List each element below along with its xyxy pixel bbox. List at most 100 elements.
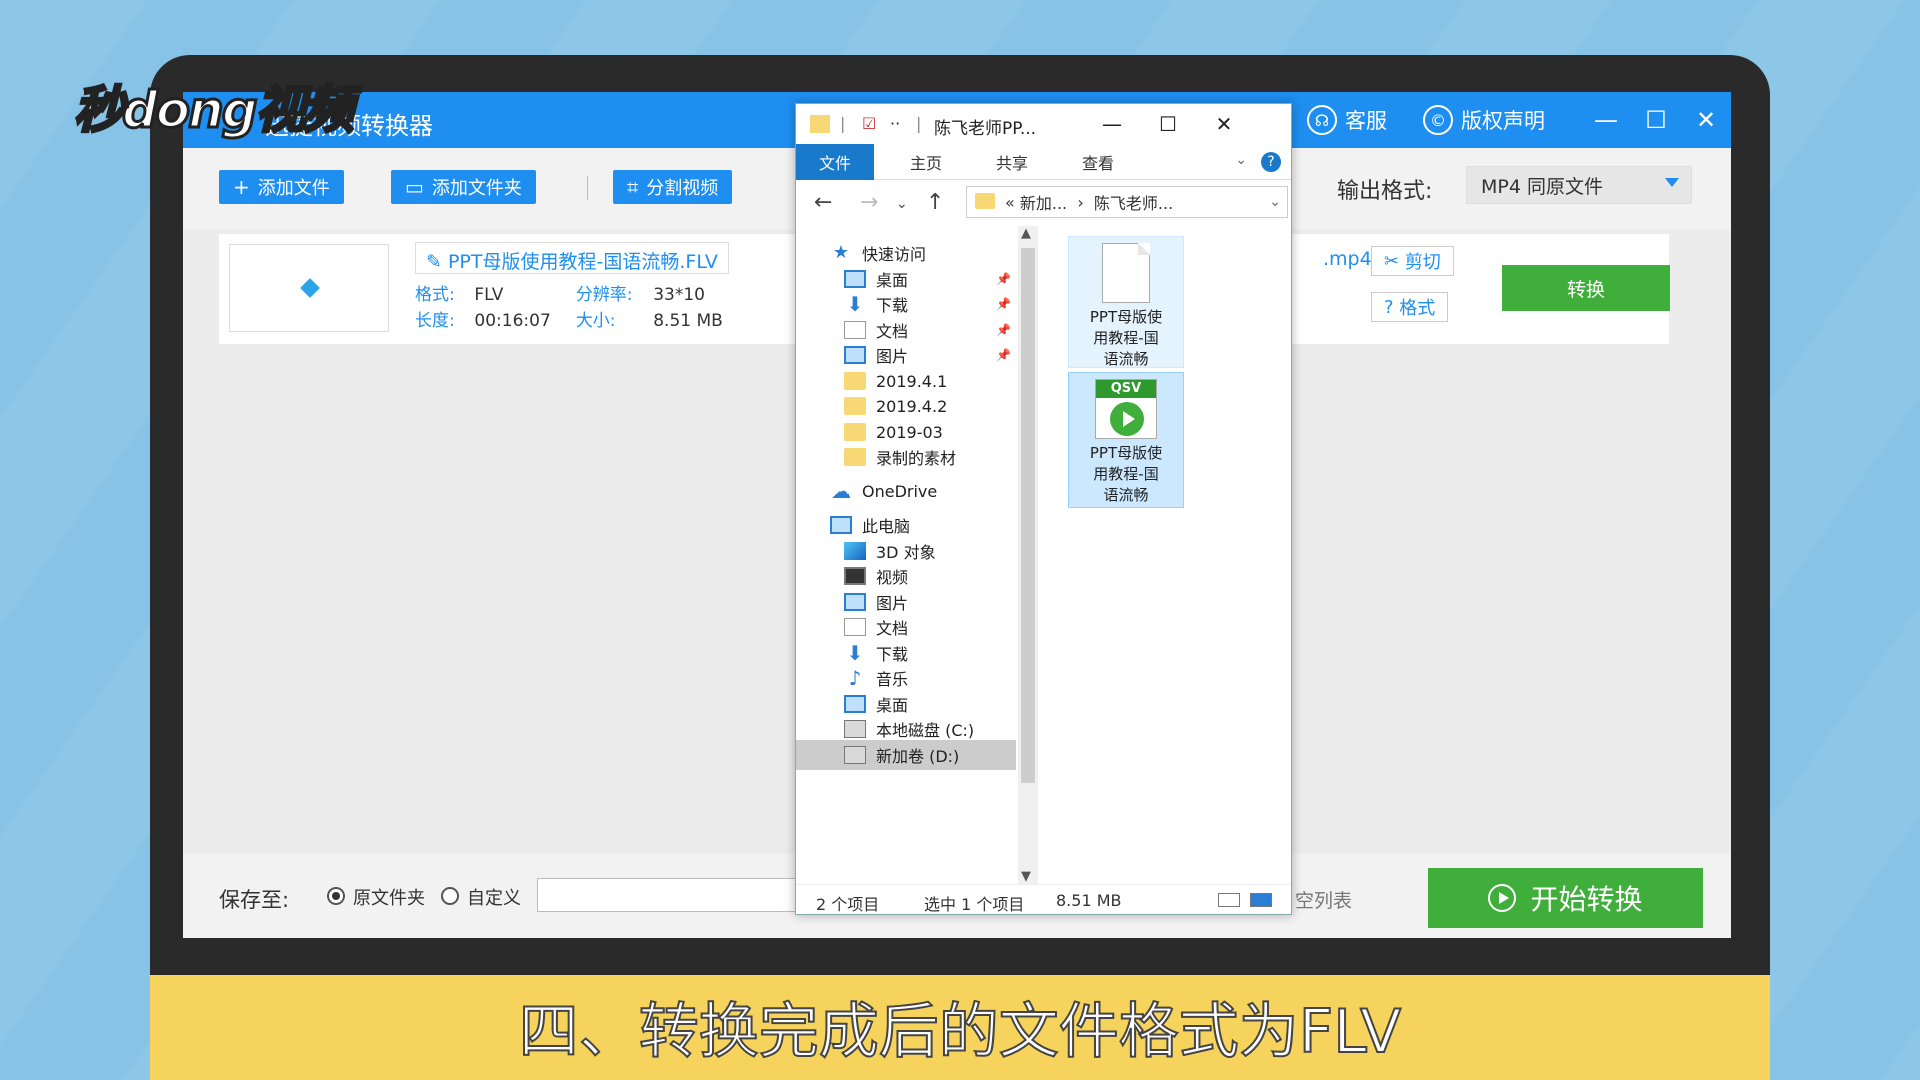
- computer-icon: [830, 516, 852, 534]
- radio-original-folder-label: 原文件夹: [353, 888, 425, 909]
- nav-item-folder[interactable]: 录制的素材: [844, 442, 956, 472]
- start-convert-button[interactable]: 开始转换: [1428, 868, 1703, 928]
- nav-item-label: 桌面: [876, 696, 909, 715]
- maximize-button[interactable]: ☐: [1631, 92, 1681, 148]
- clear-list-button[interactable]: 空列表: [1295, 886, 1352, 913]
- convert-button[interactable]: 转换: [1502, 265, 1670, 311]
- crop-icon: ⌗: [627, 175, 639, 199]
- nav-item-label: 图片: [876, 594, 909, 613]
- ribbon-tab-file[interactable]: 文件: [796, 144, 874, 180]
- size-value: 8.51 MB: [653, 311, 723, 331]
- back-arrow-icon[interactable]: ←: [814, 190, 832, 215]
- folder-icon: [844, 372, 866, 390]
- pin-icon[interactable]: 📌: [996, 348, 1011, 362]
- nav-item-label: 下载: [876, 645, 909, 664]
- duration-label: 长度:: [415, 311, 455, 331]
- scroll-up-icon[interactable]: ▲: [1021, 226, 1031, 241]
- folder-icon: [844, 423, 866, 441]
- nav-item-label: 2019-03: [876, 422, 943, 442]
- nav-item-label: 快速访问: [862, 245, 927, 264]
- properties-icon[interactable]: ☑: [862, 114, 876, 133]
- output-format-label: 输出格式:: [1337, 179, 1433, 204]
- explorer-status-bar: 2 个项目 选中 1 个项目 8.51 MB: [796, 884, 1291, 914]
- customer-service-link[interactable]: ☊ 客服: [1307, 105, 1387, 135]
- file-name-line: PPT母版使: [1089, 308, 1163, 326]
- nav-item-onedrive[interactable]: ☁ OneDrive: [830, 476, 937, 506]
- item-count: 2 个项目: [816, 895, 880, 914]
- plus-icon: +: [233, 175, 250, 199]
- picture-icon: [844, 346, 866, 364]
- nav-item-label: 桌面: [876, 271, 909, 290]
- address-part-drive[interactable]: 新加...: [1020, 190, 1067, 214]
- ribbon-tab-view[interactable]: 查看: [1058, 144, 1138, 180]
- duration-value: 00:16:07: [474, 311, 551, 331]
- save-path-input[interactable]: [537, 878, 837, 912]
- ribbon-tab-share[interactable]: 共享: [972, 144, 1052, 180]
- nav-item-drive-d[interactable]: 新加卷 (D:): [796, 740, 1016, 770]
- large-icons-view-icon[interactable]: [1250, 893, 1272, 907]
- document-icon: [844, 618, 866, 636]
- explorer-title: 陈飞老师PP...: [934, 119, 1037, 139]
- caption-bar: 四、转换完成后的文件格式为FLV: [150, 975, 1770, 1080]
- explorer-maximize-button[interactable]: ☐: [1142, 108, 1194, 140]
- explorer-minimize-button[interactable]: —: [1086, 108, 1138, 140]
- navigation-pane: ★ 快速访问 桌面 📌 ⬇ 下载 📌 文档 📌 图片 📌 2019.4.1 2019…: [796, 226, 1016, 884]
- nav-item-label: 3D 对象: [876, 543, 936, 562]
- help-icon: ?: [1384, 296, 1400, 318]
- pin-icon[interactable]: 📌: [996, 297, 1011, 311]
- output-file-name: .mp4: [1323, 248, 1372, 270]
- close-icon: ✕: [1695, 106, 1717, 134]
- copyright-icon: ©: [1423, 105, 1453, 135]
- file-item-qsv[interactable]: QSV PPT母版使 用教程-国 语流畅: [1068, 372, 1184, 508]
- scroll-down-icon[interactable]: ▼: [1021, 869, 1031, 884]
- file-item-flv[interactable]: PPT母版使 用教程-国 语流畅: [1068, 236, 1184, 368]
- folder-icon: [844, 448, 866, 466]
- ribbon-tab-home[interactable]: 主页: [886, 144, 966, 180]
- minimize-button[interactable]: —: [1581, 92, 1631, 148]
- nav-scrollbar[interactable]: ▲ ▼: [1018, 226, 1038, 884]
- add-file-button[interactable]: + 添加文件: [219, 170, 344, 204]
- radio-custom[interactable]: [441, 887, 459, 905]
- title-bar-actions: ☊ 客服 © 版权声明 — ☐ ✕: [1307, 92, 1731, 148]
- file-meta: 格式: FLV 分辨率: 33*10 长度: 00:16:07 大小: 8.51…: [415, 282, 723, 334]
- chevron-down-icon[interactable]: ⌄: [1269, 194, 1281, 210]
- separator-icon: |: [916, 114, 922, 133]
- download-icon: ⬇: [846, 292, 864, 316]
- details-view-icon[interactable]: [1218, 893, 1240, 907]
- recent-locations-icon[interactable]: ⌄: [896, 196, 908, 212]
- folder-icon: [975, 193, 995, 209]
- file-name[interactable]: ✎ PPT母版使用教程-国语流畅.FLV: [415, 242, 729, 274]
- add-folder-label: 添加文件夹: [431, 178, 522, 199]
- forward-arrow-icon[interactable]: →: [860, 190, 878, 215]
- caption-text: 四、转换完成后的文件格式为FLV: [518, 996, 1402, 1068]
- picture-icon: [844, 593, 866, 611]
- desktop-icon: [844, 695, 866, 713]
- more-icon[interactable]: ··: [890, 114, 900, 133]
- pin-icon[interactable]: 📌: [996, 323, 1011, 337]
- cut-button[interactable]: ✂ 剪切: [1371, 246, 1454, 276]
- address-part-folder[interactable]: 陈飞老师...: [1094, 190, 1173, 214]
- up-arrow-icon[interactable]: ↑: [926, 190, 944, 215]
- copyright-link[interactable]: © 版权声明: [1423, 105, 1545, 135]
- pin-icon[interactable]: 📌: [996, 272, 1011, 286]
- help-icon[interactable]: ?: [1261, 152, 1281, 172]
- qsv-file-icon: QSV: [1095, 379, 1157, 439]
- ribbon-expand-icon[interactable]: ⌄: [1235, 152, 1247, 168]
- explorer-close-button[interactable]: ✕: [1198, 108, 1250, 140]
- folder-icon: [810, 115, 830, 133]
- add-folder-button[interactable]: ▭ 添加文件夹: [391, 170, 536, 204]
- dropdown-arrow-icon: [1665, 178, 1679, 187]
- file-name-line: PPT母版使: [1089, 444, 1163, 462]
- radio-original-folder[interactable]: [327, 887, 345, 905]
- file-name-line: 用教程-国: [1093, 329, 1159, 347]
- scrollbar-thumb[interactable]: [1021, 248, 1035, 783]
- close-button[interactable]: ✕: [1681, 92, 1731, 148]
- format-button[interactable]: ? 格式: [1371, 292, 1449, 322]
- resolution-label: 分辨率:: [575, 285, 633, 305]
- address-bar[interactable]: « 新加... › 陈飞老师... ⌄: [966, 186, 1288, 218]
- split-video-button[interactable]: ⌗ 分割视频: [613, 170, 733, 204]
- generic-file-icon: [1102, 243, 1150, 303]
- format-label: 格式:: [415, 285, 455, 305]
- nav-item-label: OneDrive: [862, 481, 938, 501]
- output-format-select[interactable]: MP4 同原文件: [1466, 166, 1692, 204]
